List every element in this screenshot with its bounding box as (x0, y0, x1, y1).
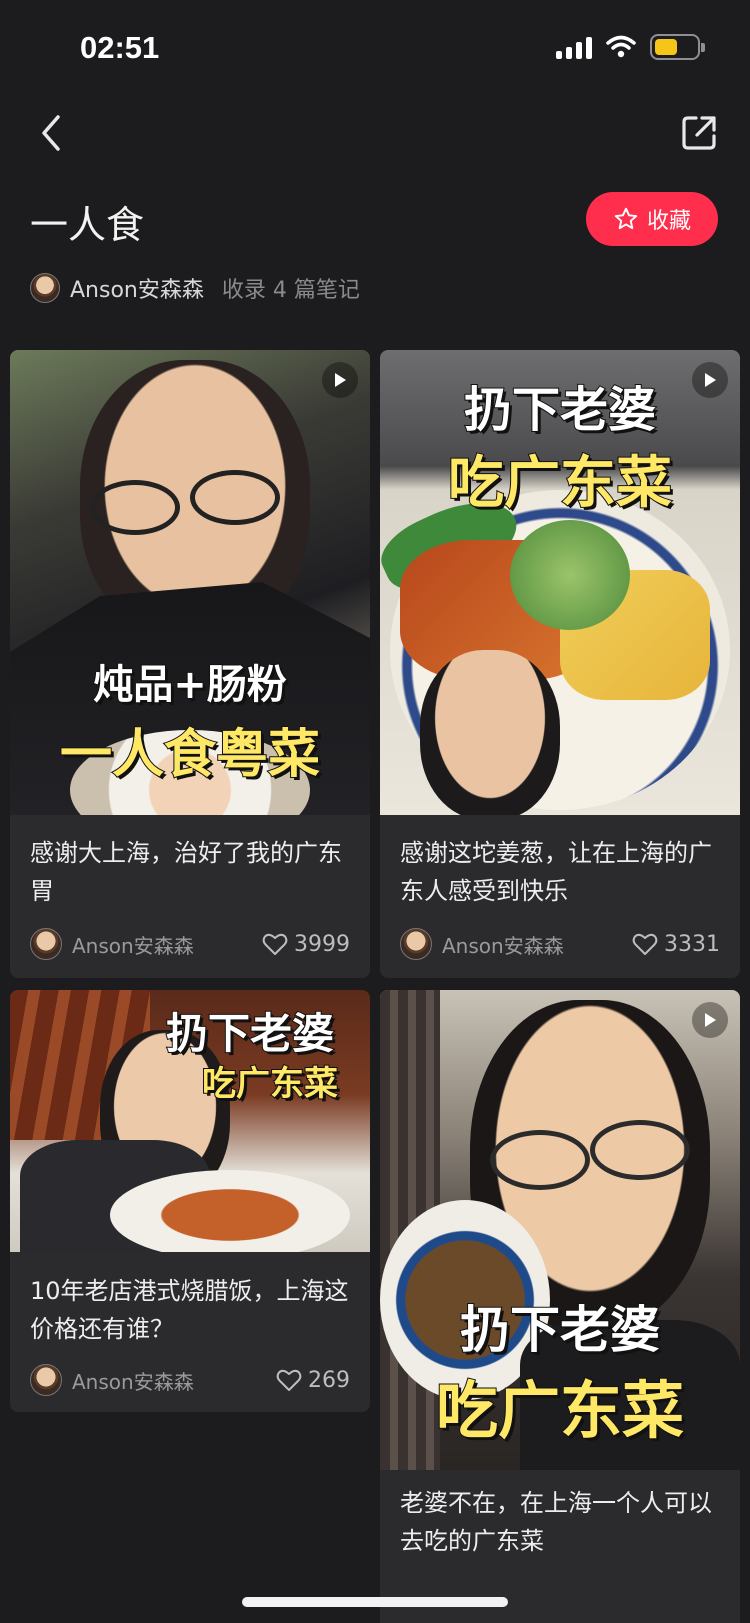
thumbnail-caption: 扔下老婆 (459, 1300, 661, 1360)
collection-header: 一人食 收藏 Anson安森森 收录 4 篇笔记 (0, 180, 750, 340)
notes-grid: 炖品+肠粉 一人食粤菜 感谢大上海，治好了我的广东胃 Anson安森森 3999 (0, 350, 750, 1623)
collect-button[interactable]: 收藏 (586, 192, 718, 246)
signal-icon (556, 35, 592, 59)
heart-icon (276, 1369, 302, 1391)
like-button[interactable]: 269 (276, 1368, 350, 1393)
note-thumbnail: 扔下老婆 吃广东菜 (380, 990, 740, 1470)
heart-icon (632, 933, 658, 955)
note-title: 感谢大上海，治好了我的广东胃 (30, 839, 342, 905)
back-icon (42, 115, 60, 151)
heart-icon (262, 933, 288, 955)
back-button[interactable] (26, 108, 76, 158)
wifi-icon (606, 35, 636, 58)
nav-bar (0, 100, 750, 170)
thumbnail-caption: 扔下老婆 (463, 381, 657, 439)
avatar (30, 928, 62, 960)
collect-label: 收藏 (646, 209, 691, 234)
note-thumbnail: 扔下老婆 吃广东菜 (10, 990, 370, 1252)
collection-author[interactable]: Anson安森森 收录 4 篇笔记 (30, 272, 360, 304)
thumbnail-caption: 吃广东菜 (447, 450, 673, 517)
note-count: 收录 4 篇笔记 (221, 278, 360, 303)
like-button[interactable]: 3331 (632, 932, 720, 957)
share-icon (682, 116, 716, 150)
note-author: Anson安森森 (72, 1369, 194, 1394)
note-author: Anson安森森 (442, 933, 564, 958)
like-count: 3999 (294, 931, 350, 957)
note-card[interactable]: 炖品+肠粉 一人食粤菜 感谢大上海，治好了我的广东胃 Anson安森森 3999 (10, 350, 370, 978)
note-title: 感谢这坨姜葱，让在上海的广东人感受到快乐 (400, 839, 712, 905)
star-icon (614, 207, 638, 230)
note-card[interactable]: 扔下老婆 吃广东菜 感谢这坨姜葱，让在上海的广东人感受到快乐 Anson安森森 … (380, 350, 740, 978)
note-thumbnail: 扔下老婆 吃广东菜 (380, 350, 740, 815)
status-bar: 02:51 (0, 0, 750, 100)
home-indicator[interactable] (242, 1597, 508, 1607)
thumbnail-caption: 扔下老婆 (165, 1008, 335, 1059)
note-author: Anson安森森 (72, 933, 194, 958)
avatar (30, 1364, 62, 1396)
battery-icon (650, 34, 705, 60)
thumbnail-caption: 炖品+肠粉 (92, 661, 288, 709)
note-card[interactable]: 扔下老婆 吃广东菜 10年老店港式烧腊饭，上海这价格还有谁？ Anson安森森 … (10, 990, 370, 1412)
note-card[interactable]: 扔下老婆 吃广东菜 老婆不在，在上海一个人可以去吃的广东菜 (380, 990, 740, 1623)
thumbnail-caption: 一人食粤菜 (59, 724, 321, 786)
author-name: Anson安森森 (70, 278, 204, 303)
play-icon (322, 362, 358, 398)
like-button[interactable]: 3999 (262, 932, 350, 957)
like-count: 269 (308, 1367, 350, 1393)
thumbnail-caption: 吃广东菜 (201, 1063, 339, 1105)
status-icons (556, 34, 705, 60)
play-icon (692, 1002, 728, 1038)
note-meta: Anson安森森 269 (30, 1362, 350, 1398)
note-meta: Anson安森森 3331 (400, 926, 720, 962)
thumbnail-caption: 吃广东菜 (435, 1373, 685, 1448)
note-title: 10年老店港式烧腊饭，上海这价格还有谁？ (30, 1277, 349, 1343)
like-count: 3331 (664, 931, 720, 957)
note-thumbnail: 炖品+肠粉 一人食粤菜 (10, 350, 370, 815)
status-time: 02:51 (80, 30, 160, 65)
share-button[interactable] (674, 108, 724, 158)
note-meta: Anson安森森 3999 (30, 926, 350, 962)
note-title: 老婆不在，在上海一个人可以去吃的广东菜 (400, 1489, 712, 1555)
avatar (30, 273, 60, 303)
page-title: 一人食 (30, 203, 145, 247)
avatar (400, 928, 432, 960)
